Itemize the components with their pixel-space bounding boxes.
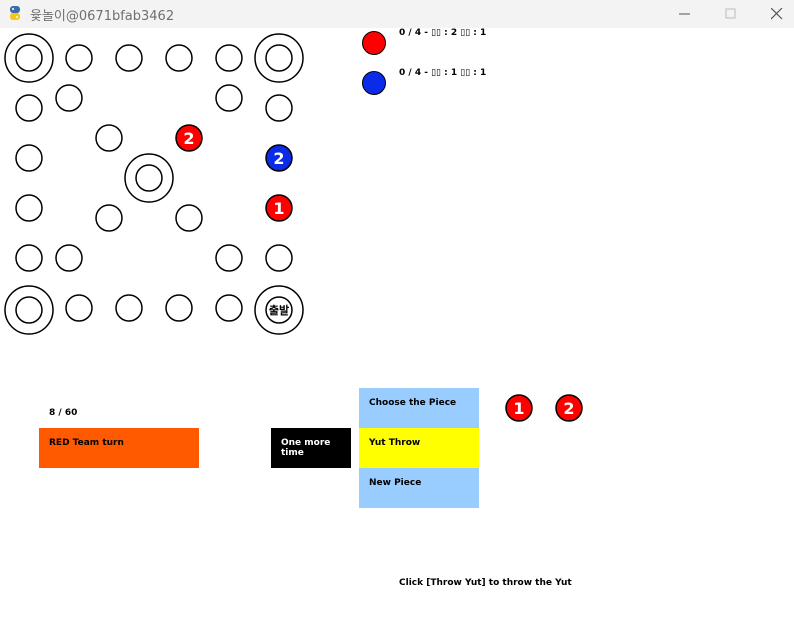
red-piece-1[interactable]: 1 <box>265 194 293 222</box>
turn-label: RED Team turn <box>49 438 124 448</box>
board-corner-bottom-left[interactable] <box>4 285 54 335</box>
choose-piece-label: Choose the Piece <box>369 398 457 408</box>
turn-counter: 8 / 60 <box>49 408 78 418</box>
close-icon <box>771 8 783 20</box>
turn-indicator: RED Team turn <box>39 428 199 468</box>
board-corner-top-right[interactable] <box>254 33 304 83</box>
bonus-throw-badge: One more time <box>271 428 351 468</box>
choose-piece-button[interactable]: Choose the Piece <box>359 388 479 428</box>
start-label: 출발 <box>269 303 289 317</box>
python-snake-icon <box>10 6 20 20</box>
bonus-label: One more time <box>281 438 331 458</box>
close-button[interactable] <box>754 0 794 28</box>
board-corner-top-left[interactable] <box>4 33 54 83</box>
board-spot[interactable] <box>65 44 93 72</box>
piece-number: 1 <box>513 399 524 418</box>
board-spot[interactable] <box>115 294 143 322</box>
piece-number: 1 <box>273 199 284 218</box>
instruction-text: Click [Throw Yut] to throw the Yut <box>399 578 572 588</box>
board-spot[interactable] <box>215 84 243 112</box>
minimize-icon <box>679 13 690 15</box>
board-spot[interactable] <box>15 244 43 272</box>
board-spot[interactable] <box>165 294 193 322</box>
maximize-button[interactable] <box>708 0 754 28</box>
board-spot[interactable] <box>265 94 293 122</box>
maximize-icon <box>725 8 736 19</box>
blue-team-status: 0 / 4 - ▯▯ : 1 ▯▯ : 1 <box>399 68 487 78</box>
title-bar[interactable]: 윷놀이@0671bfab3462 <box>0 0 794 28</box>
board-spot[interactable] <box>265 244 293 272</box>
window-title: 윷놀이@0671bfab3462 <box>30 9 175 24</box>
minimize-button[interactable] <box>662 0 708 28</box>
board-spot[interactable] <box>55 84 83 112</box>
board-center[interactable] <box>124 153 174 203</box>
yut-throw-button[interactable]: Yut Throw <box>359 428 479 468</box>
board-spot[interactable] <box>95 204 123 232</box>
red-team-indicator <box>362 31 386 55</box>
board-spot[interactable] <box>215 244 243 272</box>
board-spot[interactable] <box>165 44 193 72</box>
board-spot[interactable] <box>95 124 123 152</box>
board-spot[interactable] <box>115 44 143 72</box>
selectable-pieces: 1 2 <box>505 394 583 422</box>
board-spot[interactable] <box>175 204 203 232</box>
new-piece-button[interactable]: New Piece <box>359 468 479 508</box>
board-spot[interactable] <box>65 294 93 322</box>
yut-throw-label: Yut Throw <box>369 438 421 448</box>
piece-number: 2 <box>273 149 284 168</box>
piece-number: 2 <box>183 129 194 148</box>
blue-piece-2[interactable]: 2 <box>265 144 293 172</box>
board-spot[interactable] <box>15 94 43 122</box>
board-spot[interactable] <box>15 194 43 222</box>
piece-number: 2 <box>563 399 574 418</box>
board-spot[interactable] <box>215 294 243 322</box>
red-team-status: 0 / 4 - ▯▯ : 2 ▯▯ : 1 <box>399 28 487 38</box>
board-spot[interactable] <box>55 244 83 272</box>
new-piece-label: New Piece <box>369 478 422 488</box>
blue-team-indicator <box>362 71 386 95</box>
red-piece-2[interactable]: 2 <box>175 124 203 152</box>
select-piece-2[interactable]: 2 <box>555 394 583 422</box>
select-piece-1[interactable]: 1 <box>505 394 533 422</box>
board-spot[interactable] <box>15 144 43 172</box>
yut-board: 출발 2 2 1 <box>4 33 304 335</box>
board-spot[interactable] <box>215 44 243 72</box>
